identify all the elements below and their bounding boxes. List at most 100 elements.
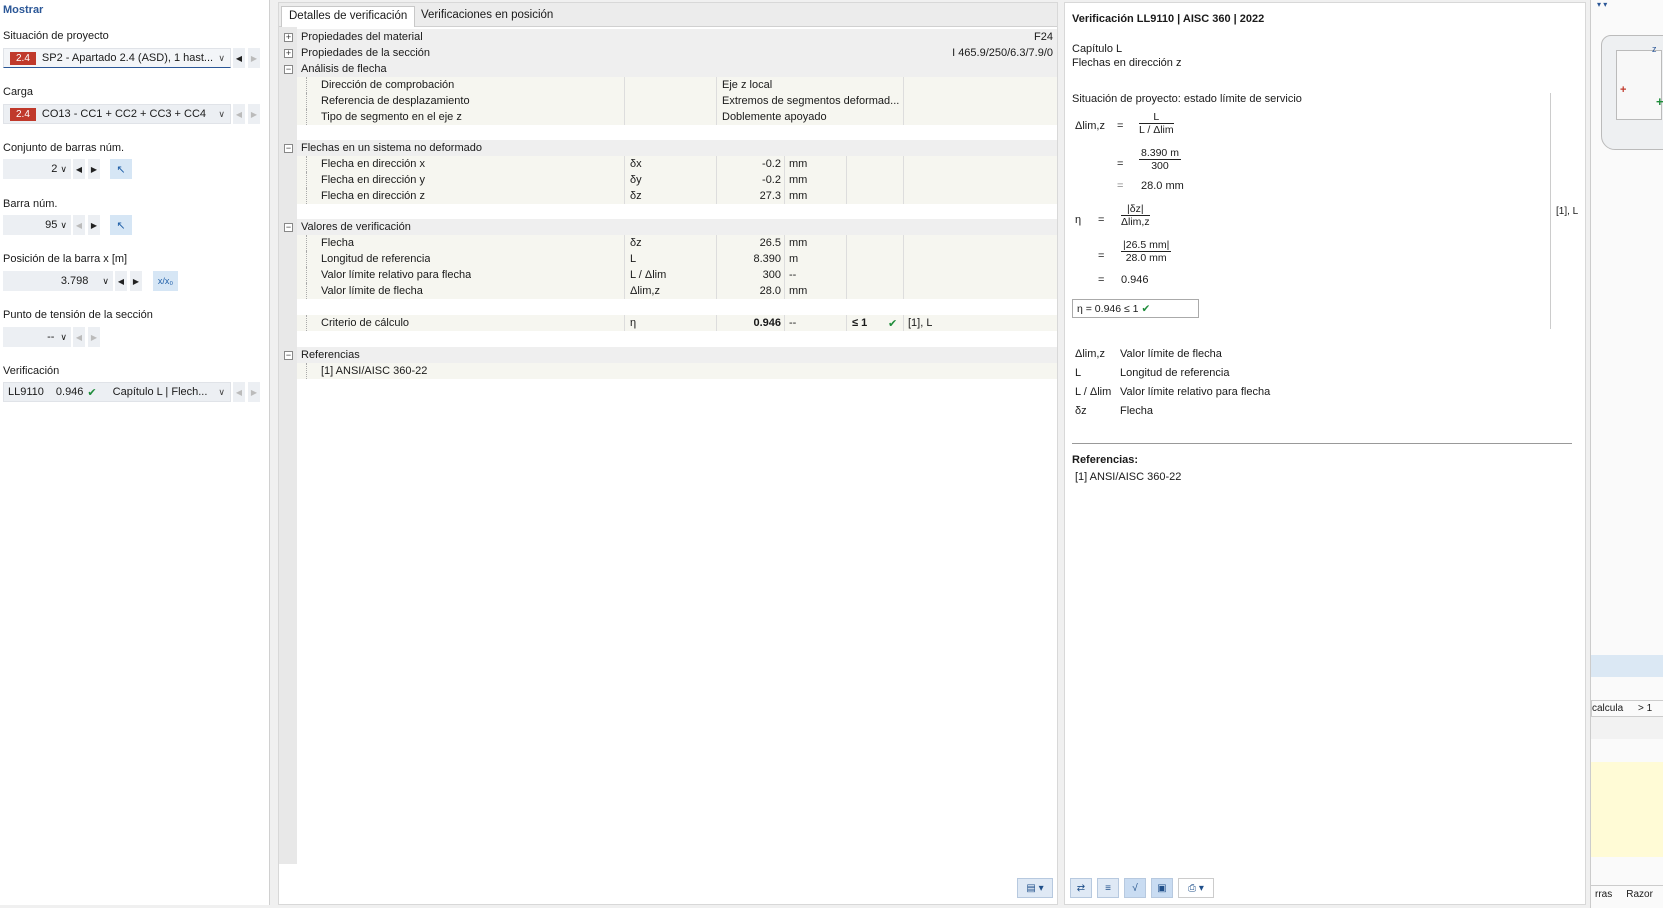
- row-name: Tipo de segmento en el eje z: [321, 111, 462, 123]
- situacion-badge: 2.4: [10, 51, 36, 65]
- formula1-result: 28.0 mm: [1141, 180, 1184, 192]
- table-row: [1] ANSI/AISC 360-22: [297, 363, 1057, 379]
- check-icon: ✔: [888, 317, 898, 330]
- row-name: Criterio de cálculo: [321, 317, 410, 329]
- formula-icon[interactable]: √: [1124, 878, 1146, 898]
- legend-symbol: Δlim,z: [1075, 348, 1105, 360]
- fraction-numerator: |26.5 mm|: [1121, 239, 1172, 252]
- section-label: Propiedades de la sección: [301, 47, 431, 59]
- carga-label: Carga: [3, 86, 33, 98]
- bottom-tabs: rras Razor: [1591, 885, 1663, 903]
- section-seccion[interactable]: + Propiedades de la sección I 465.9/250/…: [284, 45, 1057, 61]
- section-flechas[interactable]: − Flechas en un sistema no deformado: [284, 140, 1057, 156]
- formula-panel: Verificación LL9110 | AISC 360 | 2022 Ca…: [1064, 2, 1586, 905]
- next-arrow-icon[interactable]: ▶: [88, 327, 100, 347]
- selected-row[interactable]: [1591, 655, 1663, 677]
- barra-select[interactable]: 95 ∨: [3, 215, 71, 235]
- next-arrow-icon[interactable]: ▶: [248, 104, 260, 124]
- view-toolbar-icon[interactable]: ▾ ▾: [1597, 0, 1663, 9]
- section-value: F24: [1034, 31, 1053, 43]
- verification-title: Verificación LL9110 | AISC 360 | 2022: [1072, 13, 1265, 25]
- row-limit: ≤ 1: [852, 317, 868, 329]
- equals-sign: =: [1117, 158, 1124, 170]
- section-label: Propiedades del material: [301, 31, 423, 43]
- row-value: Extremos de segmentos deformad...: [722, 95, 900, 107]
- section-valores[interactable]: − Valores de verificación: [284, 219, 1057, 235]
- table-row: [1591, 717, 1663, 739]
- prev-arrow-icon[interactable]: ◀: [73, 159, 85, 179]
- pick-cursor-icon[interactable]: ↖: [110, 215, 132, 235]
- next-arrow-icon[interactable]: ▶: [248, 48, 260, 68]
- posicion-select[interactable]: 3.798 ∨: [3, 271, 113, 291]
- details-view-icon[interactable]: ▣: [1151, 878, 1173, 898]
- collapse-icon[interactable]: −: [284, 64, 293, 74]
- row-value: Doblemente apoyado: [722, 111, 827, 123]
- section-referencias[interactable]: − Referencias: [284, 347, 1057, 363]
- model-view-strip: ▾ ▾ + + z calcula > 1 rras Razor: [1590, 0, 1663, 908]
- panel-title: Mostrar: [3, 4, 44, 16]
- tab-razon[interactable]: Razor: [1626, 889, 1653, 900]
- row-symbol: δx: [630, 158, 642, 170]
- section-material[interactable]: + Propiedades del material F24: [284, 29, 1057, 45]
- fraction-denominator: Δlim,z: [1121, 216, 1150, 228]
- prev-arrow-icon[interactable]: ◀: [233, 382, 245, 402]
- carga-select[interactable]: 2.4 CO13 - CC1 + CC2 + CC3 + CC4 ∨: [3, 104, 231, 124]
- section-analisis[interactable]: − Análisis de flecha: [284, 61, 1057, 77]
- expand-icon[interactable]: +: [284, 32, 293, 42]
- verif-select[interactable]: LL9110 0.946 ✔ Capítulo L | Flech... ∨: [3, 382, 231, 402]
- collapse-icon[interactable]: −: [284, 222, 293, 232]
- relative-position-button[interactable]: x/x₀: [153, 271, 178, 291]
- table-row: Valor límite de flecha Δlim,z 28.0 mm: [297, 283, 1057, 299]
- legend-symbol: δz: [1075, 405, 1087, 417]
- verif-value: Capítulo L | Flech...: [112, 386, 208, 398]
- section-label: Flechas en un sistema no deformado: [301, 142, 482, 154]
- row-symbol: δy: [630, 174, 642, 186]
- posicion-label: Posición de la barra x [m]: [3, 253, 128, 265]
- partial-header: calcula > 1: [1591, 700, 1663, 717]
- tab-barras[interactable]: rras: [1595, 889, 1612, 900]
- swap-icon[interactable]: ⇄: [1070, 878, 1092, 898]
- export-table-icon[interactable]: ▤ ▾: [1017, 878, 1053, 898]
- row-value: Eje z local: [722, 79, 773, 91]
- prev-arrow-icon[interactable]: ◀: [73, 327, 85, 347]
- row-symbol: η: [630, 317, 637, 329]
- conjunto-label: Conjunto de barras núm.: [3, 142, 125, 154]
- row-unit: mm: [789, 237, 808, 249]
- print-icon[interactable]: ⎙ ▾: [1178, 878, 1214, 898]
- conjunto-select[interactable]: 2 ∨: [3, 159, 71, 179]
- chevron-down-icon: ∨: [102, 275, 109, 286]
- formula2-fraction-values: |26.5 mm| 28.0 mm: [1121, 239, 1172, 264]
- conjunto-value: 2: [51, 163, 58, 175]
- next-arrow-icon[interactable]: ▶: [130, 271, 142, 291]
- navigation-cube[interactable]: + + z: [1601, 35, 1663, 150]
- next-arrow-icon[interactable]: ▶: [88, 159, 100, 179]
- expand-icon[interactable]: +: [284, 48, 293, 58]
- pick-cursor-icon[interactable]: ↖: [110, 159, 132, 179]
- punto-select[interactable]: -- ∨: [3, 327, 71, 347]
- verif-label: Verificación: [3, 365, 60, 377]
- result-box: η = 0.946 ≤ 1 ✔: [1072, 299, 1199, 318]
- prev-arrow-icon[interactable]: ◀: [233, 104, 245, 124]
- situacion-select[interactable]: 2.4 SP2 - Apartado 2.4 (ASD), 1 hast... …: [3, 48, 231, 68]
- reference-item: [1] ANSI/AISC 360-22: [1075, 471, 1182, 483]
- fraction-denominator: 28.0 mm: [1125, 252, 1167, 264]
- legend-description: Longitud de referencia: [1120, 367, 1230, 379]
- chapter-subtitle: Flechas en dirección z: [1072, 57, 1182, 69]
- tab-verificaciones-posicion[interactable]: Verificaciones en posición: [414, 6, 560, 27]
- collapse-icon[interactable]: −: [284, 350, 293, 360]
- prev-arrow-icon[interactable]: ◀: [115, 271, 127, 291]
- tab-detalles[interactable]: Detalles de verificación: [281, 6, 416, 27]
- collapse-icon[interactable]: −: [284, 143, 293, 153]
- prev-arrow-icon[interactable]: ◀: [233, 48, 245, 68]
- left-panel: Mostrar Situación de proyecto 2.4 SP2 - …: [0, 0, 270, 905]
- next-arrow-icon[interactable]: ▶: [88, 215, 100, 235]
- row-unit: m: [789, 253, 799, 265]
- list-numbers-icon[interactable]: ≡: [1097, 878, 1119, 898]
- next-arrow-icon[interactable]: ▶: [248, 382, 260, 402]
- row-unit: mm: [789, 158, 808, 170]
- prev-arrow-icon[interactable]: ◀: [73, 215, 85, 235]
- chevron-down-icon: ∨: [218, 386, 225, 397]
- legend-description: Flecha: [1120, 405, 1154, 417]
- row-symbol: L: [630, 253, 637, 265]
- row-symbol: L / Δlim: [630, 269, 667, 281]
